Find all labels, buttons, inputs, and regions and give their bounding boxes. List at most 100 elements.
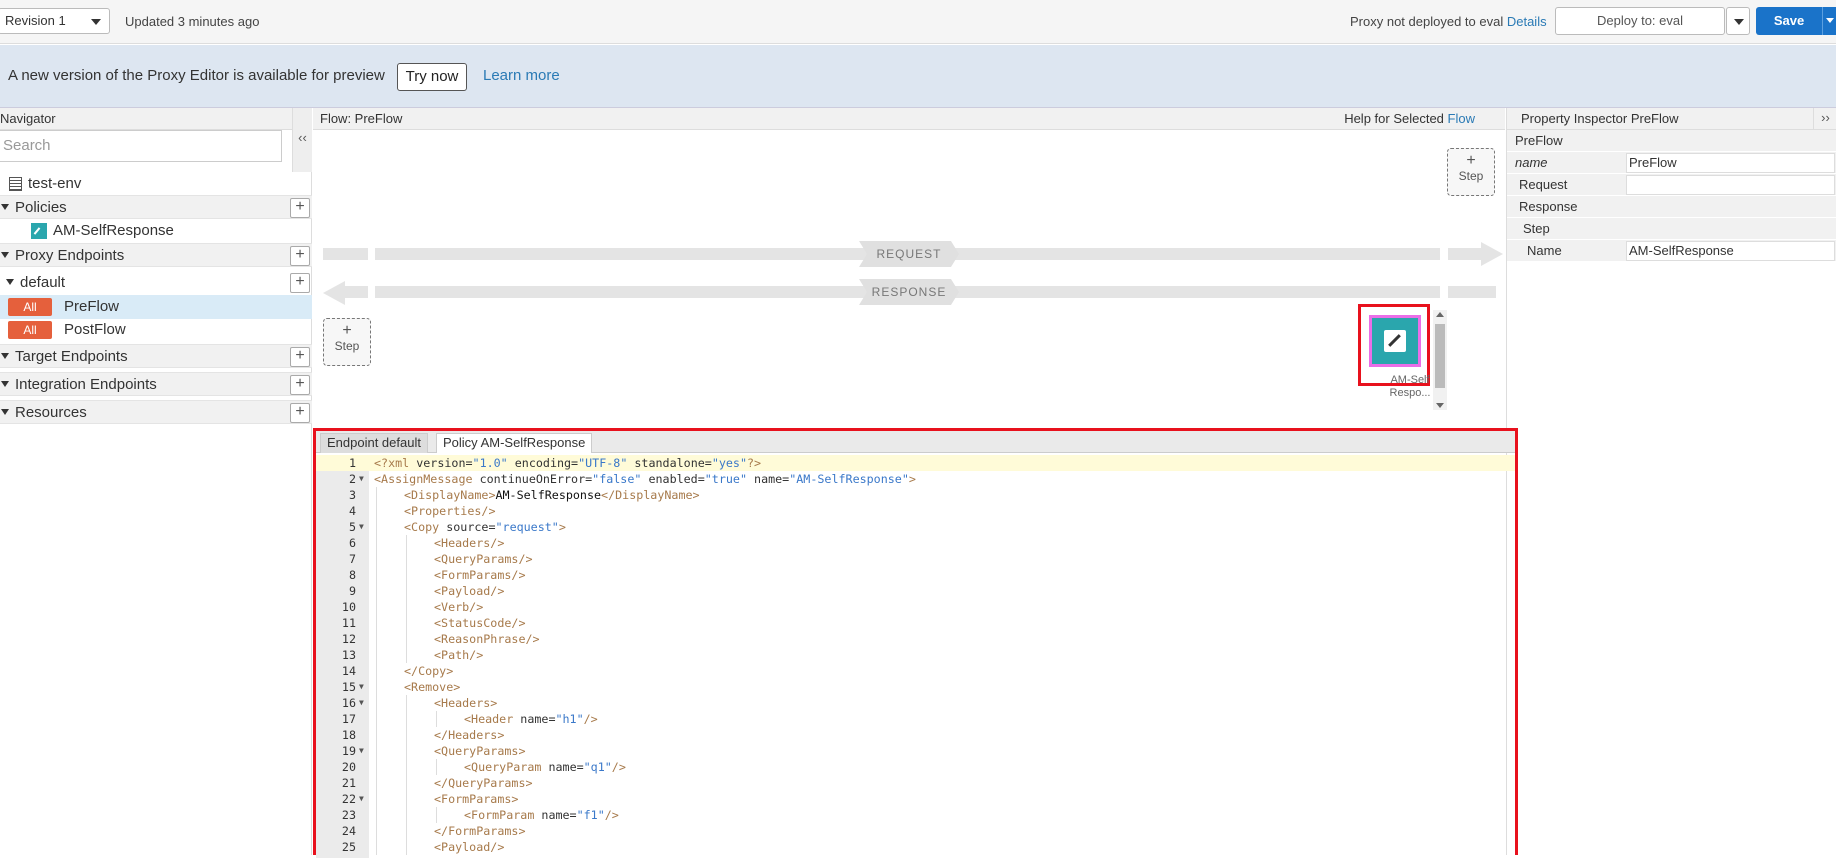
line-number: 14 [341, 664, 356, 678]
collapse-inspector-button[interactable]: ›› [1813, 108, 1836, 130]
fold-toggle-icon[interactable]: ▼ [359, 679, 364, 695]
indent-guide [376, 599, 377, 615]
help-flow-link[interactable]: Flow [1448, 111, 1475, 126]
code-line[interactable]: 17 <Header name="h1"/> [316, 711, 1515, 727]
revision-select[interactable]: Revision 1 [0, 8, 110, 34]
deploy-button[interactable]: Deploy to: eval [1555, 7, 1725, 35]
scroll-up-icon[interactable] [1436, 312, 1444, 317]
code-area[interactable]: 1 <?xml version="1.0" encoding="UTF-8" st… [316, 455, 1515, 858]
nav-section-integration-endpoints[interactable]: Integration Endpoints + [0, 372, 312, 396]
indent-guide [376, 679, 377, 695]
code-line[interactable]: 11 <StatusCode/> [316, 615, 1515, 631]
preview-banner: A new version of the Proxy Editor is ava… [0, 45, 1836, 108]
nav-section-resources[interactable]: Resources + [0, 400, 312, 424]
collapse-navigator-button[interactable]: ‹‹ [292, 108, 312, 172]
add-resource-button[interactable]: + [290, 403, 310, 423]
indent-guide [436, 711, 437, 727]
add-integration-endpoint-button[interactable]: + [290, 375, 310, 395]
line-number: 9 [348, 584, 356, 598]
code-line[interactable]: 15 ▼ <Remove> [316, 679, 1515, 695]
scroll-thumb[interactable] [1435, 324, 1445, 388]
add-target-endpoint-button[interactable]: + [290, 347, 310, 367]
add-policy-button[interactable]: + [290, 198, 310, 218]
deploy-status: Proxy not deployed to eval Details [1350, 14, 1547, 29]
try-now-button[interactable]: Try now [397, 63, 467, 91]
code-line[interactable]: 5 ▼ <Copy source="request"> [316, 519, 1515, 535]
indent-guide [406, 583, 407, 599]
tag-all-badge: All [8, 321, 52, 339]
save-button[interactable]: Save [1756, 7, 1822, 35]
deploy-dropdown-toggle[interactable] [1726, 7, 1750, 35]
code-line[interactable]: 7 <QueryParams/> [316, 551, 1515, 567]
request-band-end [1448, 248, 1483, 260]
details-link[interactable]: Details [1507, 14, 1547, 29]
endpoint-default[interactable]: default + [0, 271, 312, 295]
expand-triangle-icon [1, 381, 9, 388]
request-label: REQUEST [859, 241, 959, 267]
indent-guide [406, 759, 407, 775]
name-value-field[interactable]: PreFlow [1626, 153, 1835, 173]
fold-toggle-icon[interactable]: ▼ [359, 471, 364, 487]
code-line[interactable]: 9 <Payload/> [316, 583, 1515, 599]
code-line[interactable]: 22 ▼ <FormParams> [316, 791, 1515, 807]
editor-tabs: Endpoint default Policy AM-SelfResponse [316, 431, 1515, 453]
code-text: <Remove> [404, 680, 461, 694]
tab-endpoint-default[interactable]: Endpoint default [320, 433, 428, 453]
code-line[interactable]: 19 ▼ <QueryParams> [316, 743, 1515, 759]
fold-toggle-icon[interactable]: ▼ [359, 519, 364, 535]
code-line[interactable]: 25 <Payload/> [316, 839, 1515, 855]
tab-policy-am-selfresponse[interactable]: Policy AM-SelfResponse [436, 433, 593, 453]
fold-toggle-icon[interactable]: ▼ [359, 791, 364, 807]
code-line[interactable]: 1 <?xml version="1.0" encoding="UTF-8" st… [316, 455, 1515, 471]
indent-guide [376, 615, 377, 631]
code-line[interactable]: 23 <FormParam name="f1"/> [316, 807, 1515, 823]
code-line[interactable]: 10 <Verb/> [316, 599, 1515, 615]
save-dropdown-toggle[interactable] [1822, 7, 1836, 35]
code-line[interactable]: 13 <Path/> [316, 647, 1515, 663]
step-name-value-field[interactable]: AM-SelfResponse [1626, 241, 1835, 261]
nav-section-proxy-endpoints[interactable]: Proxy Endpoints + [0, 243, 312, 267]
code-line[interactable]: 8 <FormParams/> [316, 567, 1515, 583]
code-line[interactable]: 2 ▼ <AssignMessage continueOnError="false"… [316, 471, 1515, 487]
code-line[interactable]: 14 </Copy> [316, 663, 1515, 679]
integration-endpoints-label: Integration Endpoints [15, 376, 157, 393]
add-response-step-button[interactable]: + Step [323, 318, 371, 366]
flow-item-preflow[interactable]: All PreFlow [0, 295, 312, 319]
code-line[interactable]: 21 </QueryParams> [316, 775, 1515, 791]
fold-toggle-icon[interactable]: ▼ [359, 695, 364, 711]
env-item[interactable]: test-env [0, 172, 312, 196]
code-line[interactable]: 16 ▼ <Headers> [316, 695, 1515, 711]
line-number: 6 [348, 536, 356, 550]
code-text: <Payload/> [434, 584, 505, 598]
inspector-title: Property Inspector PreFlow [1507, 108, 1836, 130]
code-line[interactable]: 4 <Properties/> [316, 503, 1515, 519]
code-line[interactable]: 20 <QueryParam name="q1"/> [316, 759, 1515, 775]
fold-toggle-icon[interactable]: ▼ [359, 743, 364, 759]
code-text: </FormParams> [434, 824, 526, 838]
nav-section-policies[interactable]: Policies + [0, 195, 312, 219]
policy-item[interactable]: AM-SelfResponse [0, 219, 312, 243]
learn-more-link[interactable]: Learn more [483, 67, 560, 84]
code-line[interactable]: 24 </FormParams> [316, 823, 1515, 839]
code-line[interactable]: 12 <ReasonPhrase/> [316, 631, 1515, 647]
request-value-field[interactable] [1626, 175, 1835, 195]
navigator-search-input[interactable]: Search [0, 130, 282, 162]
step-label: Step [1458, 169, 1484, 183]
flow-item-postflow[interactable]: All PostFlow [0, 318, 312, 342]
flow-scrollbar[interactable] [1433, 310, 1447, 410]
line-number: 22 [341, 792, 356, 806]
code-line[interactable]: 6 <Headers/> [316, 535, 1515, 551]
scroll-down-icon[interactable] [1436, 403, 1444, 408]
code-line[interactable]: 18 </Headers> [316, 727, 1515, 743]
line-number: 12 [341, 632, 356, 646]
line-number: 25 [341, 840, 356, 854]
add-request-step-button[interactable]: + Step [1447, 148, 1495, 196]
plus-icon: + [1466, 152, 1476, 169]
revision-label: Revision 1 [5, 13, 66, 28]
add-flow-button[interactable]: + [290, 273, 310, 293]
add-proxy-endpoint-button[interactable]: + [290, 246, 310, 266]
line-number: 13 [341, 648, 356, 662]
nav-section-target-endpoints[interactable]: Target Endpoints + [0, 344, 312, 368]
policies-label: Policies [15, 199, 67, 216]
code-line[interactable]: 3 <DisplayName>AM-SelfResponse</DisplayNa… [316, 487, 1515, 503]
